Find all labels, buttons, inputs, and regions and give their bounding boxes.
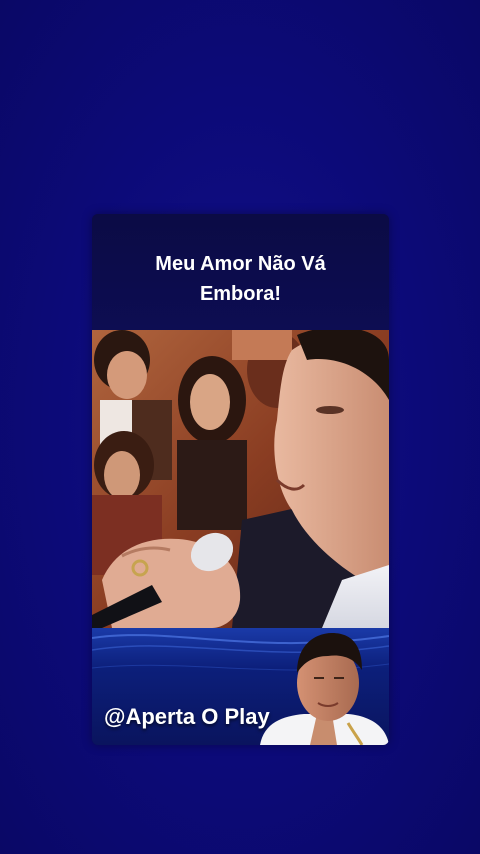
performer-singing-image	[92, 330, 389, 628]
video-card[interactable]: Meu Amor Não Vá Embora! @Aperta O Play	[92, 214, 389, 745]
channel-handle[interactable]: @Aperta O Play	[104, 704, 270, 730]
video-frame[interactable]	[92, 330, 389, 628]
page-background: Meu Amor Não Vá Embora! @Aperta O Play	[0, 0, 480, 854]
title-band: Meu Amor Não Vá Embora!	[92, 214, 389, 330]
video-title: Meu Amor Não Vá Embora!	[155, 253, 326, 305]
channel-banner[interactable]: @Aperta O Play	[92, 628, 389, 745]
